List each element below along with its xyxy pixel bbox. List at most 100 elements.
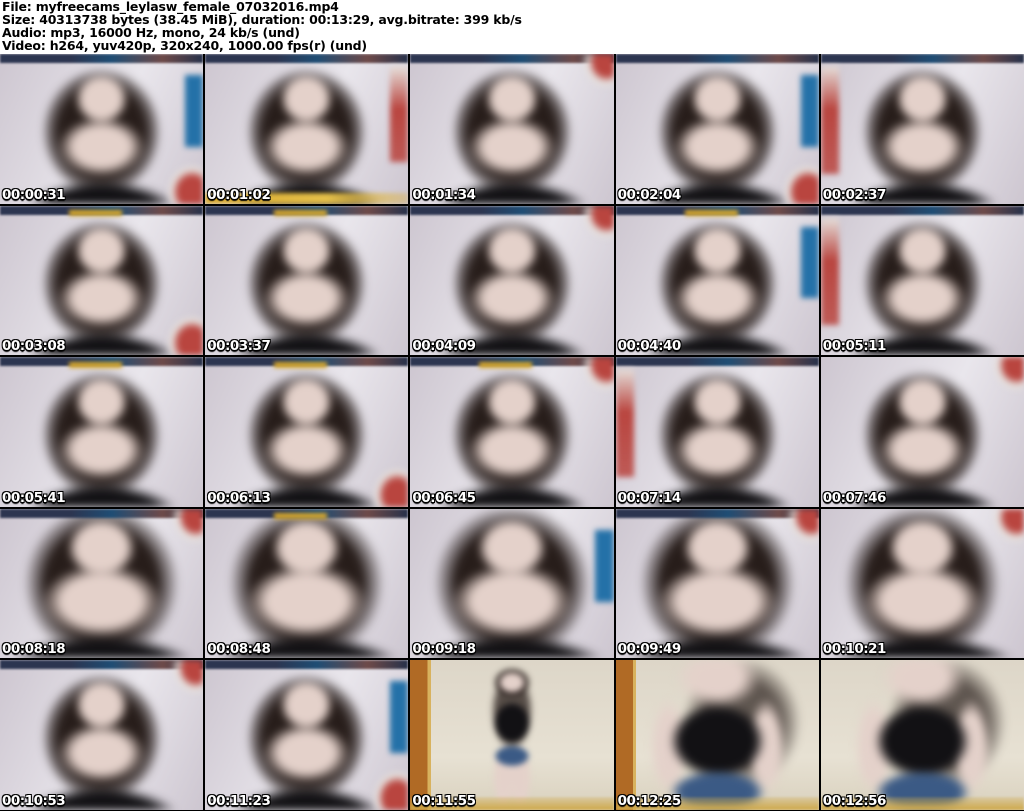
person-placeholder	[205, 357, 409, 507]
video-thumbnail: 00:04:40	[615, 205, 819, 356]
video-thumbnail: 00:11:55	[410, 660, 614, 810]
person-placeholder	[410, 660, 614, 810]
person-placeholder	[410, 357, 614, 507]
thumbnail-timestamp: 00:03:37	[207, 338, 271, 355]
thumbnail-timestamp: 00:08:18	[2, 641, 66, 658]
video-thumbnail: 00:05:11	[820, 205, 1024, 356]
person-placeholder	[0, 660, 204, 810]
video-thumbnail: 00:02:04	[615, 54, 819, 204]
person-placeholder	[410, 54, 614, 204]
thumbnail-timestamp: 00:09:18	[412, 641, 476, 658]
thumbnail-timestamp: 00:07:46	[822, 489, 887, 506]
thumbnail-timestamp: 00:02:04	[617, 186, 682, 203]
thumbnail-image	[0, 54, 204, 204]
thumbnail-grid: 00:00:31 00:01:02 00:01:34 00:02:04 00:0…	[0, 54, 1024, 810]
person-placeholder	[410, 205, 614, 356]
person-placeholder	[820, 508, 1024, 659]
video-info-line: Video: h264, yuv420p, 320x240, 1000.00 f…	[2, 37, 367, 53]
video-thumbnail: 00:11:23	[205, 660, 409, 810]
person-placeholder	[615, 357, 819, 507]
video-thumbnail: 00:12:25	[615, 660, 819, 810]
thumbnail-image	[205, 54, 409, 204]
thumbnail-image	[820, 205, 1024, 356]
thumbnail-timestamp: 00:06:13	[207, 489, 271, 506]
thumbnail-timestamp: 00:06:45	[412, 489, 476, 506]
thumbnail-timestamp: 00:11:55	[412, 793, 476, 809]
video-thumbnail: 00:06:13	[205, 357, 409, 507]
thumbnail-image	[0, 357, 204, 507]
video-thumbnail: 00:03:37	[205, 205, 409, 356]
thumbnail-timestamp: 00:07:14	[617, 489, 682, 506]
contact-sheet: File: myfreecams_leylasw_female_07032016…	[0, 0, 1024, 811]
video-thumbnail: 00:09:18	[410, 508, 614, 659]
thumbnail-timestamp: 00:10:21	[822, 641, 887, 658]
thumbnail-image	[205, 508, 409, 659]
thumbnail-timestamp: 00:01:02	[207, 186, 271, 203]
video-thumbnail: 00:01:02	[205, 54, 409, 204]
person-placeholder	[0, 54, 204, 204]
thumbnail-timestamp: 00:11:23	[207, 793, 271, 809]
video-thumbnail: 00:02:37	[820, 54, 1024, 204]
video-thumbnail: 00:07:46	[820, 357, 1024, 507]
thumbnail-image	[410, 357, 614, 507]
thumbnail-image	[205, 357, 409, 507]
thumbnail-image	[820, 660, 1024, 810]
thumbnail-image	[410, 660, 614, 810]
thumbnail-image	[410, 54, 614, 204]
person-placeholder	[820, 54, 1024, 204]
thumbnail-image	[820, 357, 1024, 507]
video-thumbnail: 00:08:18	[0, 508, 204, 659]
video-thumbnail: 00:12:56	[820, 660, 1024, 810]
person-placeholder	[0, 508, 204, 659]
person-placeholder	[615, 508, 819, 659]
file-metadata-header: File: myfreecams_leylasw_female_07032016…	[0, 0, 1024, 54]
video-thumbnail: 00:09:49	[615, 508, 819, 659]
thumbnail-timestamp: 00:02:37	[822, 186, 887, 203]
thumbnail-image	[820, 54, 1024, 204]
thumbnail-image	[205, 660, 409, 810]
person-placeholder	[205, 660, 409, 810]
person-placeholder	[820, 205, 1024, 356]
video-thumbnail: 00:10:53	[0, 660, 204, 810]
thumbnail-image	[205, 205, 409, 356]
video-thumbnail: 00:04:09	[410, 205, 614, 356]
video-thumbnail: 00:03:08	[0, 205, 204, 356]
person-placeholder	[615, 660, 819, 810]
person-placeholder	[615, 54, 819, 204]
thumbnail-image	[0, 508, 204, 659]
person-placeholder	[820, 660, 1024, 810]
video-thumbnail: 00:06:45	[410, 357, 614, 507]
thumbnail-timestamp: 00:01:34	[412, 186, 476, 203]
thumbnail-timestamp: 00:12:25	[617, 793, 682, 809]
thumbnail-image	[820, 508, 1024, 659]
video-thumbnail: 00:05:41	[0, 357, 204, 507]
thumbnail-timestamp: 00:09:49	[617, 641, 682, 658]
thumbnail-image	[0, 660, 204, 810]
thumbnail-image	[615, 660, 819, 810]
thumbnail-timestamp: 00:00:31	[2, 186, 66, 203]
person-placeholder	[410, 508, 614, 659]
thumbnail-image	[410, 508, 614, 659]
thumbnail-timestamp: 00:10:53	[2, 793, 66, 809]
thumbnail-image	[410, 205, 614, 356]
thumbnail-image	[615, 205, 819, 356]
person-placeholder	[0, 205, 204, 356]
thumbnail-timestamp: 00:04:40	[617, 338, 682, 355]
person-placeholder	[0, 357, 204, 507]
thumbnail-timestamp: 00:05:41	[2, 489, 66, 506]
video-thumbnail: 00:07:14	[615, 357, 819, 507]
thumbnail-image	[615, 508, 819, 659]
person-placeholder	[205, 205, 409, 356]
video-thumbnail: 00:10:21	[820, 508, 1024, 659]
video-thumbnail: 00:08:48	[205, 508, 409, 659]
thumbnail-timestamp: 00:12:56	[822, 793, 887, 809]
person-placeholder	[820, 357, 1024, 507]
thumbnail-timestamp: 00:04:09	[412, 338, 476, 355]
video-thumbnail: 00:00:31	[0, 54, 204, 204]
person-placeholder	[205, 54, 409, 204]
thumbnail-image	[0, 205, 204, 356]
thumbnail-image	[615, 357, 819, 507]
thumbnail-timestamp: 00:08:48	[207, 641, 271, 658]
thumbnail-timestamp: 00:05:11	[822, 338, 887, 355]
thumbnail-image	[615, 54, 819, 204]
